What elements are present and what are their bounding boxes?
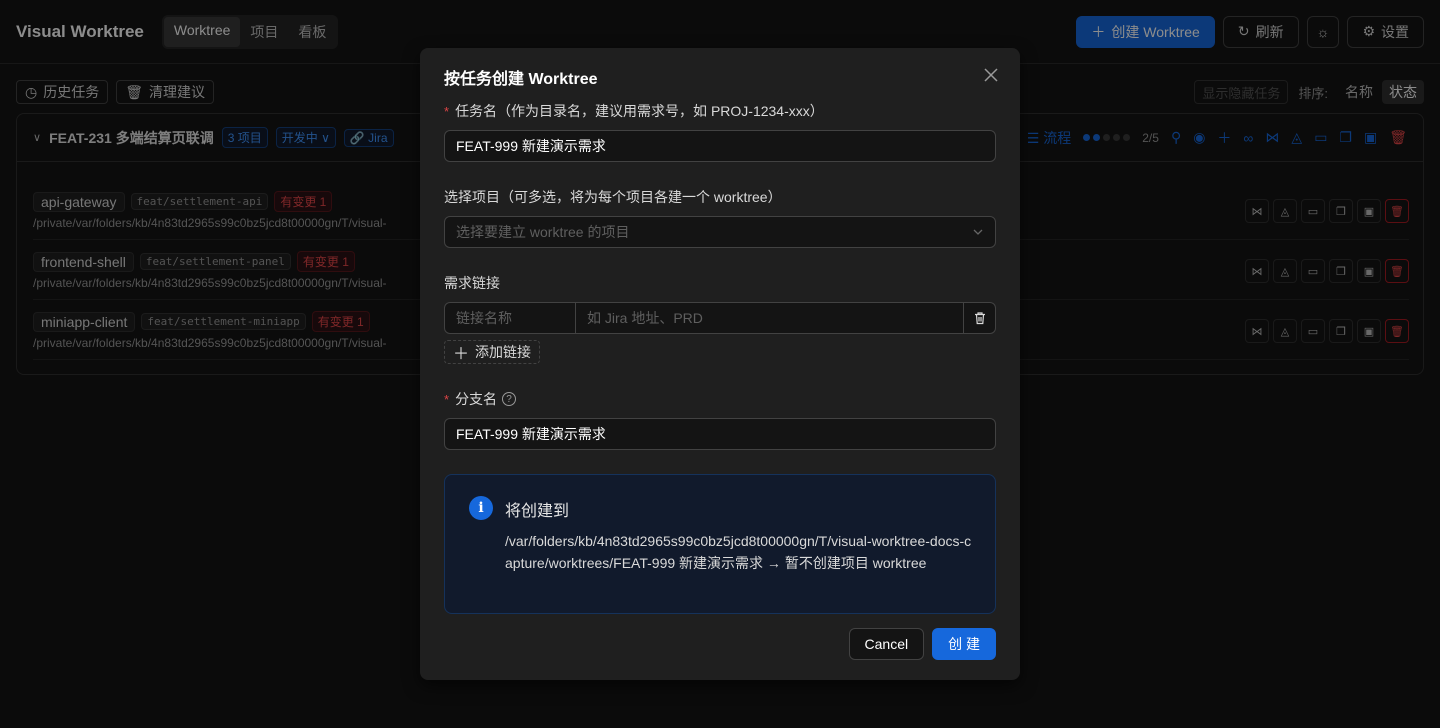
link-name-input[interactable]: 链接名称 [444, 302, 576, 334]
delete-link-button[interactable] [964, 302, 996, 334]
close-icon[interactable] [980, 64, 1002, 86]
create-worktree-modal: 按任务创建 Worktree * 任务名（作为目录名，建议用需求号，如 PROJ… [420, 48, 1020, 680]
branch-label: * 分支名 ? [444, 389, 517, 409]
task-name-label: * 任务名（作为目录名，建议用需求号，如 PROJ-1234-xxx） [444, 101, 824, 121]
info-title: 将创建到 [505, 503, 570, 520]
target-path-info: i 将创建到 /var/folders/kb/4n83td2965s99c0bz… [444, 474, 996, 614]
plus-icon: ＋ [453, 346, 470, 363]
links-label: 需求链接 [444, 275, 500, 291]
task-name-label-text: 任务名（作为目录名，建议用需求号，如 PROJ-1234-xxx） [455, 103, 824, 119]
modal-title: 按任务创建 Worktree [444, 71, 598, 88]
branch-input[interactable]: FEAT-999 新建演示需求 [444, 418, 996, 450]
link-input-group: 链接名称 如 Jira 地址、PRD [444, 302, 996, 334]
branch-label-text: 分支名 [455, 391, 498, 407]
required-mark: * [444, 391, 450, 407]
cancel-button[interactable]: Cancel [848, 628, 925, 660]
modal-footer: Cancel 创 建 [848, 628, 996, 660]
task-name-input[interactable]: FEAT-999 新建演示需求 [444, 130, 996, 162]
question-icon[interactable]: ? [502, 392, 517, 406]
create-button[interactable]: 创 建 [932, 628, 996, 660]
projects-label: 选择项目（可多选，将为每个项目各建一个 worktree） [444, 189, 782, 205]
projects-select[interactable]: 选择要建立 worktree 的项目 [444, 216, 996, 248]
chevron-down-icon [972, 226, 984, 238]
info-description: /var/folders/kb/4n83td2965s99c0bz5jcd8t0… [505, 533, 972, 571]
trash-icon [974, 312, 985, 325]
required-mark: * [444, 103, 450, 119]
add-link-button[interactable]: ＋ 添加链接 [444, 340, 541, 364]
info-icon: i [469, 496, 493, 520]
add-link-label: 添加链接 [475, 344, 532, 360]
projects-placeholder: 选择要建立 worktree 的项目 [456, 224, 630, 240]
link-url-input[interactable]: 如 Jira 地址、PRD [576, 302, 964, 334]
